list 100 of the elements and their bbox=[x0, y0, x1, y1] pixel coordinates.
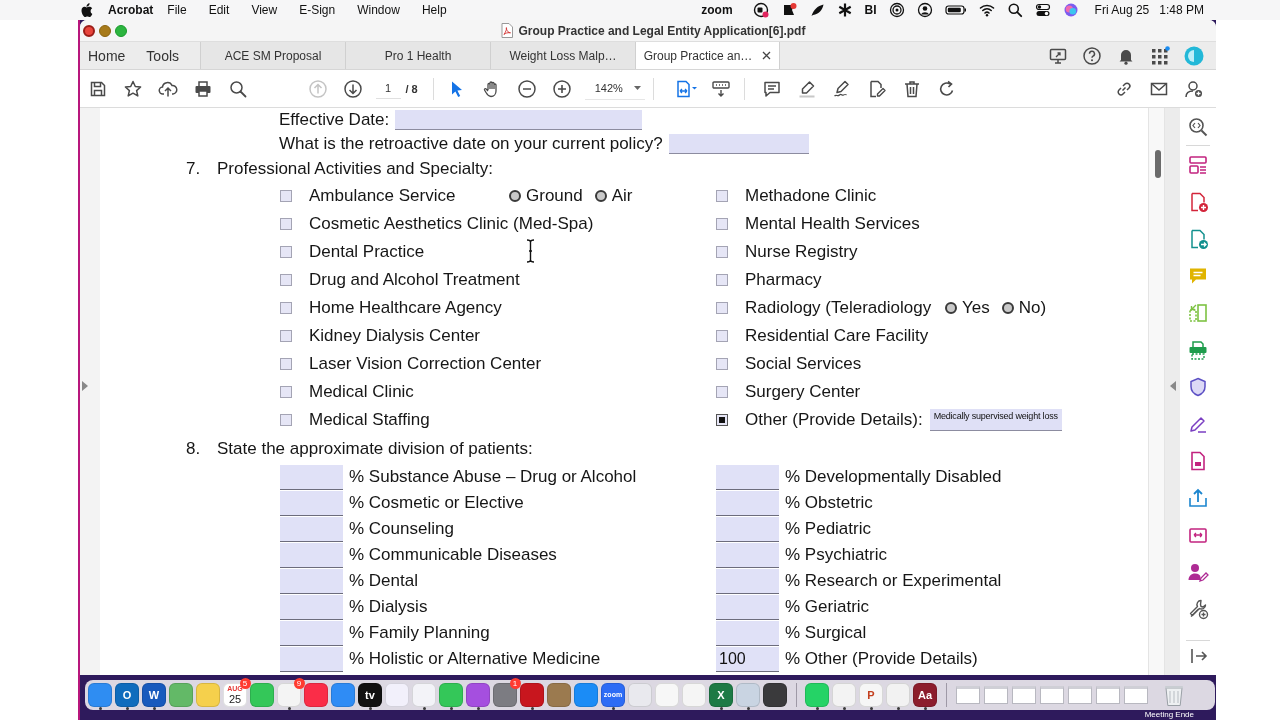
menu-bar-time[interactable]: 1:48 PM bbox=[1159, 3, 1204, 17]
checkbox[interactable] bbox=[716, 246, 728, 258]
percent-field[interactable] bbox=[716, 620, 779, 646]
apps-grid-icon[interactable] bbox=[1150, 45, 1170, 66]
checkbox[interactable] bbox=[280, 358, 292, 370]
app-icon[interactable] bbox=[466, 683, 490, 707]
wifi-icon[interactable] bbox=[978, 2, 995, 18]
checkbox[interactable] bbox=[716, 330, 728, 342]
app-icon[interactable]: P bbox=[859, 683, 883, 707]
percent-field[interactable] bbox=[280, 542, 343, 568]
app-icon[interactable]: O bbox=[115, 683, 139, 707]
radio-button[interactable] bbox=[509, 190, 521, 202]
window-thumbnail[interactable] bbox=[1123, 686, 1148, 704]
zoom-out-icon[interactable] bbox=[517, 78, 538, 99]
app-icon[interactable]: X bbox=[709, 683, 733, 707]
star-icon[interactable] bbox=[122, 78, 143, 99]
details-field[interactable]: Medically supervised weight loss bbox=[929, 409, 1062, 431]
document-tab[interactable]: ACE SM Proposal bbox=[200, 42, 345, 69]
checkbox[interactable] bbox=[280, 274, 292, 286]
page-number-field[interactable]: 1 bbox=[375, 78, 401, 99]
window-thumbnail[interactable] bbox=[1039, 686, 1064, 704]
orb-icon[interactable] bbox=[1062, 2, 1079, 18]
app-menu[interactable]: Acrobat bbox=[108, 3, 154, 17]
app-icon[interactable] bbox=[763, 683, 787, 707]
status-logo[interactable]: zoom bbox=[701, 3, 733, 17]
minimize-window-icon[interactable] bbox=[99, 24, 111, 37]
apple-icon[interactable] bbox=[80, 2, 93, 18]
percent-field[interactable] bbox=[716, 464, 779, 490]
percent-field[interactable] bbox=[716, 490, 779, 516]
maximize-window-icon[interactable] bbox=[115, 24, 127, 37]
search-icon[interactable] bbox=[1006, 2, 1023, 18]
checkbox[interactable] bbox=[280, 218, 292, 230]
checkbox[interactable] bbox=[716, 218, 728, 230]
percent-field[interactable] bbox=[280, 464, 343, 490]
menu-item[interactable]: View bbox=[251, 3, 278, 17]
document-tab[interactable]: Pro 1 Health bbox=[345, 42, 490, 69]
document-tab[interactable]: Weight Loss Malp… bbox=[490, 42, 635, 69]
percent-field[interactable] bbox=[280, 568, 343, 594]
checkbox[interactable] bbox=[716, 302, 728, 314]
date-field[interactable] bbox=[395, 110, 643, 130]
percent-field[interactable] bbox=[716, 568, 779, 594]
zoom-in-icon[interactable] bbox=[552, 78, 573, 99]
checkbox[interactable] bbox=[280, 414, 292, 426]
percent-field[interactable] bbox=[280, 594, 343, 620]
wrench-plus-icon[interactable] bbox=[1187, 597, 1209, 620]
scrollbar-thumb[interactable] bbox=[1155, 150, 1161, 178]
toggle-icon[interactable] bbox=[1034, 2, 1051, 18]
edit-document-icon[interactable] bbox=[867, 78, 888, 99]
percent-field[interactable] bbox=[280, 516, 343, 542]
checkbox[interactable] bbox=[280, 302, 292, 314]
user-icon[interactable] bbox=[916, 2, 933, 18]
radio-button[interactable] bbox=[1001, 302, 1014, 314]
percent-field[interactable] bbox=[280, 490, 343, 516]
zoom-level-dropdown[interactable]: 142% bbox=[584, 77, 645, 100]
status-label[interactable]: BI bbox=[864, 3, 877, 17]
checkbox[interactable] bbox=[280, 330, 292, 342]
scroll-mode-icon[interactable] bbox=[711, 78, 732, 99]
menu-item[interactable]: Window bbox=[357, 3, 400, 17]
checkbox[interactable] bbox=[716, 274, 728, 286]
left-triangle-icon[interactable] bbox=[1169, 380, 1176, 391]
radio-button[interactable] bbox=[594, 190, 607, 202]
percent-field[interactable] bbox=[716, 542, 779, 568]
record-icon[interactable] bbox=[752, 2, 769, 18]
app-icon[interactable]: tv bbox=[358, 683, 382, 707]
help-icon[interactable] bbox=[1082, 45, 1102, 66]
scanner-icon[interactable] bbox=[1187, 338, 1209, 361]
menu-item[interactable]: Help bbox=[421, 3, 447, 17]
window-thumbnail[interactable] bbox=[1067, 686, 1092, 704]
menu-item[interactable]: File bbox=[167, 3, 187, 17]
checkbox[interactable] bbox=[280, 190, 292, 202]
radio-button[interactable] bbox=[945, 302, 957, 314]
nav-tab[interactable]: Tools bbox=[146, 45, 180, 66]
add-user-icon[interactable] bbox=[1184, 78, 1204, 99]
app-icon[interactable]: W bbox=[142, 683, 166, 707]
app-icon[interactable]: Aa bbox=[913, 683, 937, 707]
date-field[interactable] bbox=[668, 134, 809, 154]
percent-field[interactable] bbox=[280, 646, 343, 672]
percent-field[interactable] bbox=[716, 516, 779, 542]
search-icon[interactable] bbox=[227, 78, 248, 99]
nav-tab[interactable]: Home bbox=[88, 45, 126, 66]
shield-icon[interactable] bbox=[1187, 375, 1209, 398]
arrow-down-icon[interactable] bbox=[343, 78, 363, 99]
highlighter-icon[interactable] bbox=[797, 78, 818, 99]
window-thumbnail[interactable] bbox=[1011, 686, 1036, 704]
menu-item[interactable]: Edit bbox=[208, 3, 230, 17]
percent-field[interactable]: 100 bbox=[716, 646, 779, 672]
asterisk-icon[interactable] bbox=[836, 2, 853, 18]
checkbox[interactable] bbox=[280, 386, 292, 398]
document-tab[interactable]: Group Practice an… bbox=[635, 42, 780, 69]
window-thumbnail[interactable] bbox=[955, 686, 980, 704]
menu-item[interactable]: E-Sign bbox=[299, 3, 336, 17]
window-thumbnail[interactable] bbox=[983, 686, 1008, 704]
page-width-icon[interactable] bbox=[674, 78, 698, 99]
checkbox[interactable] bbox=[716, 386, 728, 398]
checkbox[interactable] bbox=[716, 414, 728, 426]
upload-icon[interactable] bbox=[1187, 486, 1209, 509]
battery-icon[interactable] bbox=[944, 2, 967, 18]
radar-icon[interactable] bbox=[888, 2, 905, 18]
close-icon[interactable] bbox=[762, 51, 772, 60]
percent-field[interactable] bbox=[280, 620, 343, 646]
